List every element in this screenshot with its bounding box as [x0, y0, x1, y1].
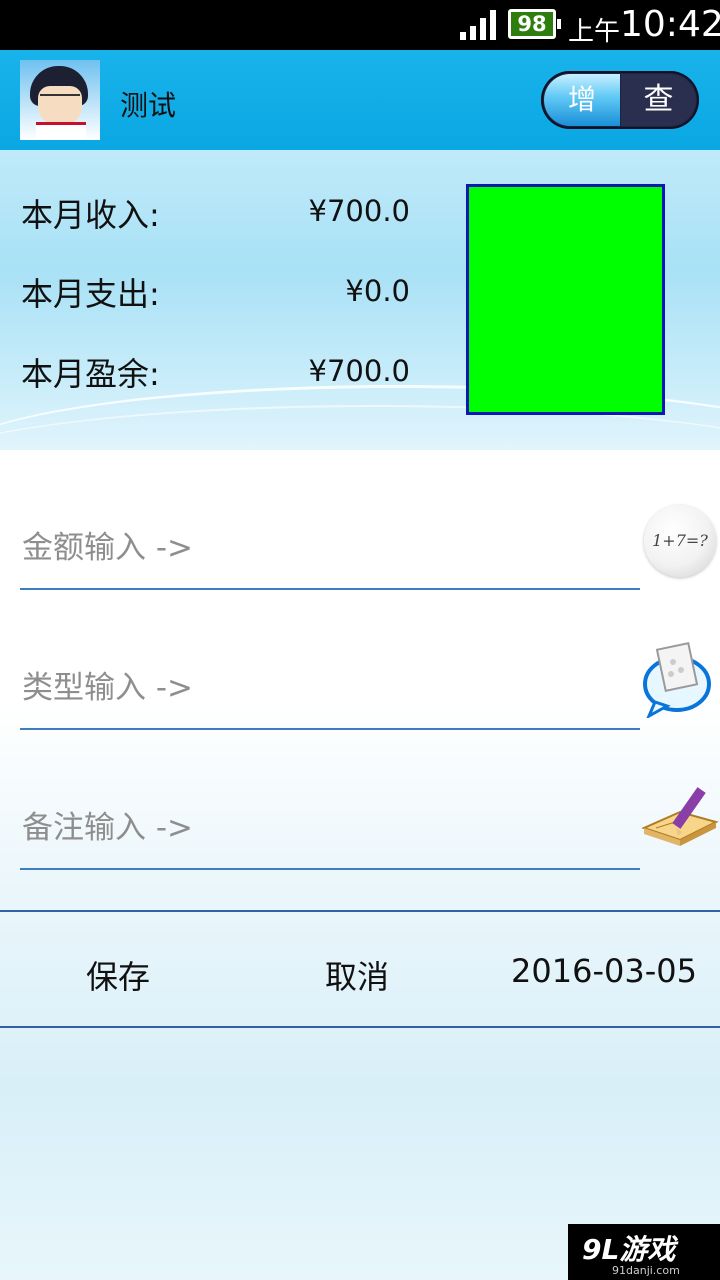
save-button[interactable]: 保存: [86, 952, 150, 998]
action-bar: 保存 取消 2016-03-05: [0, 910, 720, 1028]
cancel-button[interactable]: 取消: [325, 952, 389, 998]
mode-toggle[interactable]: 增 查: [541, 71, 699, 129]
toggle-add-button[interactable]: 增: [544, 74, 620, 126]
amount-underline: [20, 588, 640, 590]
type-placeholder: 类型输入 ->: [22, 670, 194, 706]
amount-field[interactable]: 金额输入 ->: [20, 500, 640, 590]
income-value: ¥700.0: [308, 194, 410, 228]
expense-value: ¥0.0: [345, 274, 410, 308]
type-underline: [20, 728, 640, 730]
summary-chart: [466, 184, 665, 415]
balance-value: ¥700.0: [308, 354, 410, 388]
toggle-query-button[interactable]: 查: [621, 74, 696, 126]
battery-level: 98: [517, 12, 547, 36]
clock-period: 上午: [568, 17, 621, 47]
expense-label: 本月支出:: [21, 275, 160, 313]
battery-icon: 98: [508, 9, 561, 39]
note-underline: [20, 868, 640, 870]
note-book-pencil-icon[interactable]: [640, 782, 720, 852]
signal-icon: [460, 10, 496, 40]
avatar[interactable]: [20, 60, 100, 140]
date-picker[interactable]: 2016-03-05: [511, 952, 697, 990]
watermark-site: 91danji.com: [612, 1264, 680, 1277]
balance-label: 本月盈余:: [21, 355, 160, 393]
status-bar: 98 上午 10:42: [0, 0, 720, 50]
note-placeholder: 备注输入 ->: [22, 810, 194, 846]
type-field[interactable]: 类型输入 ->: [20, 640, 640, 730]
category-chat-icon[interactable]: [641, 640, 711, 718]
note-field[interactable]: 备注输入 ->: [20, 780, 640, 870]
page-title: 测试: [120, 89, 177, 122]
clock: 10:42: [620, 4, 720, 45]
income-label: 本月收入:: [21, 196, 160, 234]
calculator-icon[interactable]: 1+7=?: [644, 505, 716, 577]
site-watermark: 9L游戏 91danji.com: [568, 1224, 720, 1280]
amount-placeholder: 金额输入 ->: [22, 530, 194, 566]
watermark-logo: 9L游戏: [582, 1233, 676, 1266]
